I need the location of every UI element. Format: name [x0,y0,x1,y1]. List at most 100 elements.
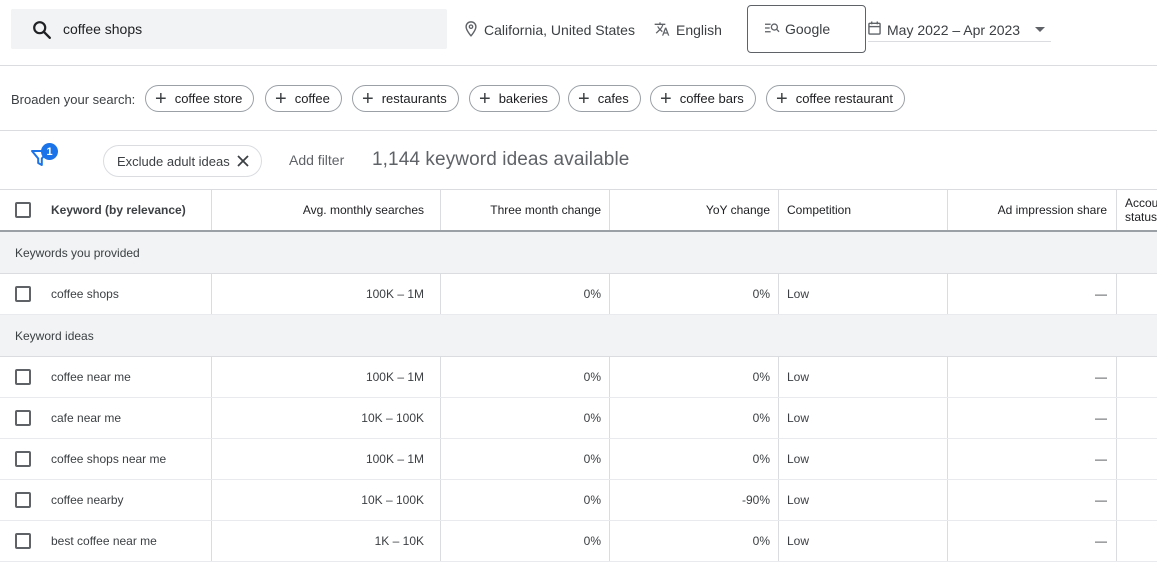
col-header-competition[interactable]: Competition [779,190,947,230]
plus-icon: + [362,87,374,110]
search-input[interactable] [63,9,433,49]
yoy-cell: 0% [752,287,770,301]
avg-searches-cell: 10K – 100K [361,411,424,425]
three-month-cell: 0% [583,411,601,425]
network-search-icon [765,21,785,37]
location-selector[interactable]: California, United States [464,20,635,40]
plus-icon: + [479,87,491,110]
language-label: English [676,22,722,38]
keyword-search-box[interactable] [11,9,447,49]
chip-label: bakeries [498,91,548,106]
competition-cell: Low [787,493,810,507]
group-header-ideas: Keyword ideas [0,315,1157,357]
competition-cell: Low [787,370,810,384]
group-label: Keywords you provided [15,245,140,260]
keyword-cell: coffee nearby [51,493,124,507]
filter-count-badge: 1 [41,143,58,160]
col-header-account-status[interactable]: Account status [1117,190,1157,230]
avg-searches-cell: 100K – 1M [365,287,424,301]
broaden-chip[interactable]: + coffee store [145,85,255,112]
chip-label: coffee store [174,91,243,106]
row-checkbox[interactable] [15,492,31,508]
competition-cell: Low [787,411,810,425]
ad-share-cell: — [1095,287,1107,301]
filter-row: 1 Exclude adult ideas Add filter 1,144 k… [0,131,1157,190]
avg-searches-cell: 100K – 1M [365,370,424,384]
keyword-cell: coffee shops near me [51,452,167,466]
col-header-keyword[interactable]: Keyword (by relevance) [51,190,211,230]
ad-share-cell: — [1095,493,1107,507]
three-month-cell: 0% [583,493,601,507]
yoy-cell: 0% [752,452,770,466]
table-row: coffee shops 100K – 1M 0% 0% Low — [0,274,1157,315]
keyword-cell: best coffee near me [51,534,157,548]
broaden-chip[interactable]: + restaurants [352,85,459,112]
top-bar: California, United States English Google… [0,0,1157,66]
add-filter-button[interactable]: Add filter [289,152,344,168]
select-all-checkbox[interactable] [15,202,31,218]
ad-share-cell: — [1095,411,1107,425]
date-range-label: May 2022 – Apr 2023 [887,21,1021,38]
broaden-chip[interactable]: + coffee bars [650,85,756,112]
table-row: coffee nearby 10K – 100K 0% -90% Low — [0,480,1157,521]
competition-cell: Low [787,287,810,301]
plus-icon: + [155,87,167,110]
ad-share-cell: — [1095,534,1107,548]
broaden-chip[interactable]: + cafes [568,85,641,112]
date-range-selector[interactable]: May 2022 – Apr 2023 [868,18,1051,42]
language-selector[interactable]: English [654,20,722,40]
keyword-cell: cafe near me [51,411,122,425]
location-pin-icon [464,20,484,40]
translate-icon [654,21,676,40]
broaden-chip[interactable]: + bakeries [469,85,560,112]
keyword-cell: coffee shops [51,287,119,301]
broaden-chip[interactable]: + coffee restaurant [766,85,906,112]
search-icon [31,19,53,41]
plus-icon: + [660,87,672,110]
close-icon[interactable] [235,153,251,172]
chip-label: cafes [597,91,629,106]
keyword-count-text: 1,144 keyword ideas available [372,149,630,170]
plus-icon: + [275,87,287,110]
exclude-adult-filter-chip[interactable]: Exclude adult ideas [103,145,262,177]
yoy-cell: 0% [752,534,770,548]
three-month-cell: 0% [583,370,601,384]
chip-label: coffee [294,91,330,106]
competition-cell: Low [787,452,810,466]
col-header-avg-searches[interactable]: Avg. monthly searches [212,190,440,230]
avg-searches-cell: 100K – 1M [365,452,424,466]
three-month-cell: 0% [583,534,601,548]
broaden-search-row: Broaden your search: + coffee store + coff… [0,66,1157,131]
yoy-cell: 0% [752,411,770,425]
row-checkbox[interactable] [15,410,31,426]
row-checkbox[interactable] [15,286,31,302]
table-row: coffee shops near me 100K – 1M 0% 0% Low… [0,439,1157,480]
broaden-chip[interactable]: + coffee [265,85,342,112]
group-header-provided: Keywords you provided [0,232,1157,274]
broaden-label: Broaden your search: [11,92,136,107]
dropdown-arrow-icon [1035,27,1045,32]
search-network-selector[interactable]: Google [747,5,866,53]
three-month-cell: 0% [583,452,601,466]
competition-cell: Low [787,534,810,548]
plus-icon: + [776,87,788,110]
chip-label: coffee restaurant [795,91,894,106]
row-checkbox[interactable] [15,369,31,385]
plus-icon: + [578,87,590,110]
table-header-row: Keyword (by relevance) Avg. monthly sear… [0,190,1157,232]
chip-label: coffee bars [679,91,744,106]
col-header-ad-impression-share[interactable]: Ad impression share [948,190,1116,230]
keyword-table: Keyword (by relevance) Avg. monthly sear… [0,190,1157,562]
network-label: Google [785,21,831,37]
yoy-cell: 0% [752,370,770,384]
avg-searches-cell: 1K – 10K [374,534,424,548]
three-month-cell: 0% [583,287,601,301]
filter-chip-label: Exclude adult ideas [117,153,230,169]
row-checkbox[interactable] [15,533,31,549]
group-label: Keyword ideas [15,328,94,343]
ad-share-cell: — [1095,452,1107,466]
row-checkbox[interactable] [15,451,31,467]
col-header-yoy[interactable]: YoY change [610,190,778,230]
col-header-three-month[interactable]: Three month change [441,190,609,230]
table-row: cafe near me 10K – 100K 0% 0% Low — [0,398,1157,439]
